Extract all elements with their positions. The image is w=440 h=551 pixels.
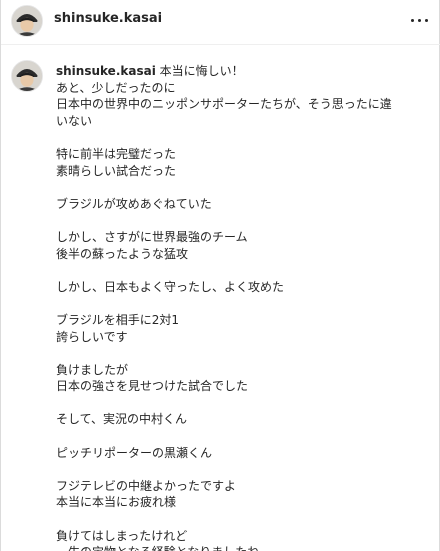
caption-line: [56, 461, 434, 478]
more-horizontal-icon: [411, 19, 414, 22]
post-header: shinsuke.kasai: [1, 0, 440, 45]
caption-line: あと、少しだったのに: [56, 80, 176, 95]
caption-line: フジテレビの中継よかったですよ: [56, 478, 237, 493]
caption-first-line: shinsuke.kasai 本当に悔しい！: [56, 63, 434, 80]
caption-first-line-text: 本当に悔しい！: [155, 64, 244, 78]
header-username[interactable]: shinsuke.kasai: [54, 11, 162, 26]
caption-line: [56, 212, 434, 229]
caption-line: そして、実況の中村くん: [56, 412, 188, 427]
caption-line: ブラジルが攻めあぐねていた: [56, 196, 212, 211]
caption-line: 負けてはしまったけれど: [56, 528, 188, 543]
caption-line: [56, 345, 434, 362]
caption-line: しかし、日本もよく守ったし、よく攻めた: [56, 279, 285, 294]
caption-line: ブラジルを相手に2対1: [56, 312, 180, 327]
caption-line: [56, 428, 434, 445]
caption-line: 負けましたが: [56, 362, 129, 377]
caption-line: [56, 179, 434, 196]
caption-line: 後半の蘇ったような猛攻: [56, 246, 189, 261]
caption-line: ピッチリポーターの黒瀬くん: [56, 445, 213, 460]
caption-line: いない: [56, 113, 93, 128]
post-panel: shinsuke.kasai shinsuke.kasai 本当に悔しい！ あと…: [0, 0, 440, 551]
caption-line: [56, 295, 434, 312]
caption-line: 誇らしいです: [56, 329, 128, 344]
caption-line: [56, 395, 434, 412]
caption-line: 本当に本当にお疲れ様: [56, 495, 177, 510]
caption-text: shinsuke.kasai 本当に悔しい！ あと、少しだったのに日本中の世界中…: [56, 63, 434, 551]
caption-line: 日本の強さを見せつけた試合でした: [56, 379, 249, 394]
more-options-button[interactable]: [409, 12, 431, 30]
profile-avatar-icon: [12, 6, 42, 36]
caption-username[interactable]: shinsuke.kasai: [56, 64, 156, 78]
caption-line: 日本中の世界中のニッポンサポーターたちが、そう思ったに違: [56, 97, 392, 112]
caption-line: 一生の宝物となる経験となりましたね: [56, 544, 434, 551]
caption-line: 素晴らしい試合だった: [56, 163, 177, 178]
caption-line: [56, 511, 434, 528]
profile-avatar-icon: [12, 61, 42, 91]
more-dot: [418, 19, 421, 22]
header-avatar[interactable]: [11, 5, 43, 37]
caption-line: [56, 129, 434, 146]
caption-line: しかし、さすがに世界最強のチーム: [56, 229, 248, 244]
caption-line: 特に前半は完璧だった: [56, 146, 177, 161]
caption-lines: あと、少しだったのに日本中の世界中のニッポンサポーターたちが、そう思ったに違 いな…: [56, 80, 434, 551]
caption-line: [56, 262, 434, 279]
caption-avatar[interactable]: [11, 60, 43, 92]
more-dot: [425, 19, 428, 22]
